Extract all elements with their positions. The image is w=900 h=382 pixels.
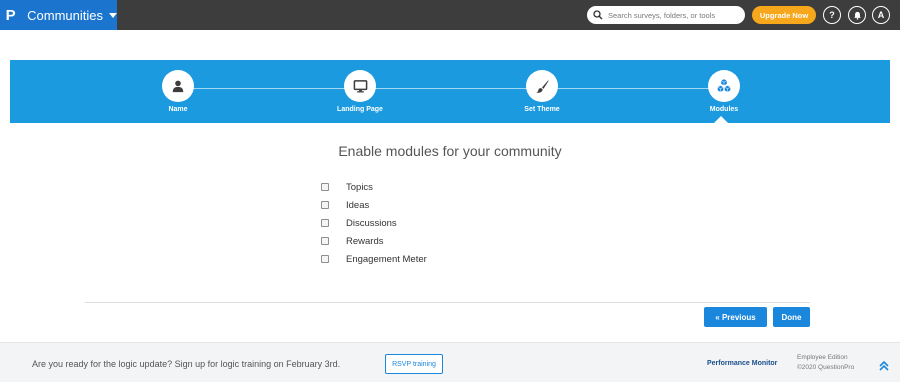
step-label: Name [168,106,188,113]
step-name[interactable]: Name [133,70,223,113]
checkbox[interactable] [321,201,329,209]
module-option-topics[interactable]: Topics [321,178,427,196]
search-icon [593,10,603,20]
active-step-pointer [714,116,728,123]
checkbox[interactable] [321,219,329,227]
step-circle [526,70,558,102]
bell-icon[interactable] [848,6,866,24]
monitor-icon [353,79,367,92]
search-input[interactable] [608,10,738,20]
stepper-connector [178,88,725,89]
module-option-rewards[interactable]: Rewards [321,232,427,250]
step-modules[interactable]: Modules [679,70,769,113]
module-label: Discussions [346,217,397,229]
step-circle [344,70,376,102]
done-button[interactable]: Done [773,307,810,327]
module-label: Engagement Meter [346,253,427,265]
top-bar: P Communities Upgrade Now ? A [0,0,900,30]
cubes-icon [717,78,731,93]
step-label: Landing Page [337,106,383,113]
promo-text: Are you ready for the logic update? Sign… [32,359,341,369]
divider [85,302,810,303]
bell-glyph [853,11,861,20]
checkbox[interactable] [321,255,329,263]
checkbox[interactable] [321,183,329,191]
app-title: Communities [27,7,103,23]
setup-stepper: Name Landing Page Set Theme Modules [10,60,890,123]
step-landing-page[interactable]: Landing Page [315,70,405,113]
module-label: Topics [346,181,373,193]
user-avatar[interactable]: A [872,6,890,24]
chevron-double-up-icon[interactable] [878,360,890,372]
step-label: Set Theme [524,106,560,113]
app-switcher[interactable]: P Communities [0,0,117,30]
step-label: Modules [709,106,739,113]
previous-button[interactable]: « Previous [704,307,767,327]
search-box[interactable] [587,6,745,24]
paintbrush-icon [535,79,549,93]
upgrade-now-button[interactable]: Upgrade Now [752,6,816,24]
step-circle [162,70,194,102]
module-list: Topics Ideas Discussions Rewards Engagem… [321,178,427,268]
module-label: Rewards [346,235,384,247]
checkbox[interactable] [321,237,329,245]
edition-info: Employee Edition ©2020 QuestionPro [797,353,854,373]
performance-monitor-link[interactable]: Performance Monitor [707,360,777,367]
module-option-engagement-meter[interactable]: Engagement Meter [321,250,427,268]
edition-line: Employee Edition [797,354,848,361]
app-logo: P [5,6,16,24]
rsvp-training-button[interactable]: RSVP training [385,354,443,374]
module-option-ideas[interactable]: Ideas [321,196,427,214]
step-set-theme[interactable]: Set Theme [497,70,587,113]
page-heading: Enable modules for your community [338,143,562,159]
help-icon[interactable]: ? [823,6,841,24]
chevron-down-icon [109,12,117,18]
footer-bar: Are you ready for the logic update? Sign… [0,342,900,382]
module-label: Ideas [346,199,370,211]
copyright-line: ©2020 QuestionPro [797,364,855,371]
module-option-discussions[interactable]: Discussions [321,214,427,232]
user-icon [172,80,184,93]
step-circle [708,70,740,102]
